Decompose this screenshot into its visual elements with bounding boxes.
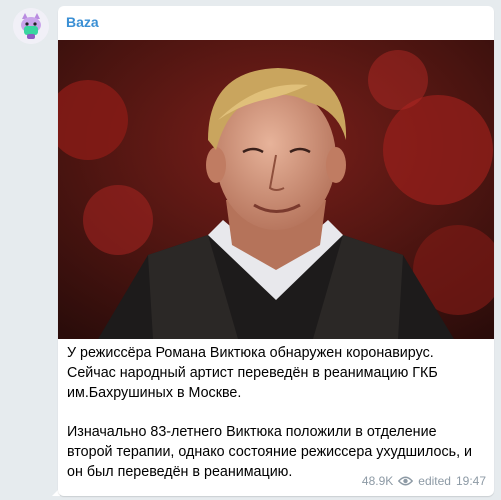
message-paragraph: У режиссёра Романа Виктюка обнаружен кор… [67, 345, 438, 401]
post-photo[interactable] [58, 40, 494, 339]
message-text: У режиссёра Романа Виктюка обнаружен кор… [67, 344, 485, 483]
message-meta: 48.9K edited 19:47 [362, 474, 486, 488]
eye-icon [398, 476, 414, 486]
views-count: 48.9K [361, 474, 394, 488]
portrait-photo-icon [58, 40, 494, 339]
baza-cat-logo-icon [13, 8, 49, 44]
edited-label: edited [418, 474, 451, 488]
message-bubble[interactable]: Baza У режиссёра Романа Виктюка обнаруже… [58, 6, 494, 496]
channel-name[interactable]: Baza [66, 14, 99, 30]
channel-avatar[interactable] [13, 8, 49, 44]
message-time: 19:47 [455, 474, 486, 488]
